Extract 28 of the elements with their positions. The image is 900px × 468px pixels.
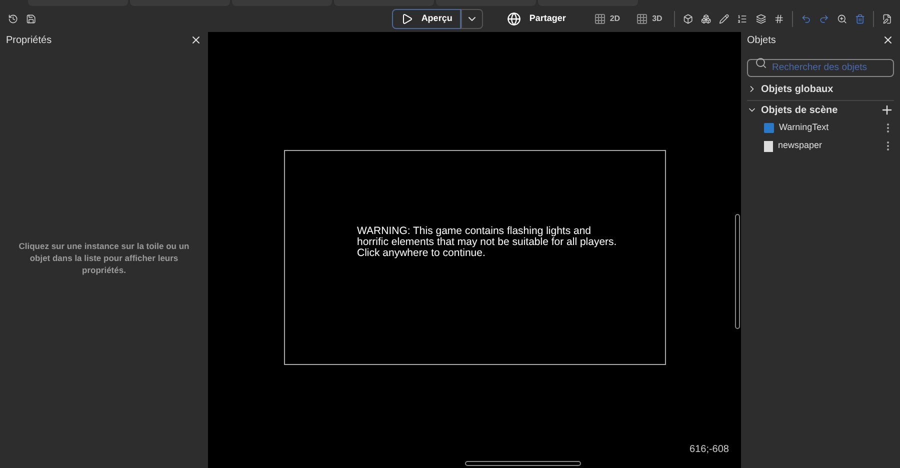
warning-text: WARNING: This game contains flashing lights and horrific elements that may not be suitable for all players. Click anywhere to continue. — [357, 226, 618, 259]
search-icon — [755, 57, 767, 69]
dropdown-button[interactable] — [461, 9, 484, 29]
search-field[interactable]: Rechercher des objets — [747, 58, 894, 76]
close-icon[interactable] — [190, 34, 202, 46]
grid-icon — [636, 13, 648, 25]
share-button[interactable]: Partager — [499, 12, 574, 26]
panel-title: Objets — [747, 34, 776, 48]
empty-message: Cliquez sur une instance sur la toile ou un objet dans la liste pour afficher leurs propriétés. — [18, 240, 190, 276]
close-icon[interactable] — [882, 34, 894, 46]
scrollbar[interactable] — [735, 214, 740, 329]
add-icon[interactable] — [880, 103, 894, 117]
coordinates: 616;-608 — [690, 443, 729, 457]
globe-icon — [507, 12, 522, 26]
grid-icon — [594, 13, 606, 25]
view-mode-button[interactable]: 3D — [632, 13, 666, 25]
panel-title: Propriétés — [6, 34, 52, 48]
sprite-icon — [764, 140, 773, 152]
scrollbar[interactable] — [465, 461, 581, 466]
scene-canvas[interactable]: WARNING: This game contains flashing lights and horrific elements that may not be suitable for all players. Click anywhere to continue. 616;-608 — [208, 32, 741, 468]
view-mode-button[interactable]: 2D — [590, 13, 624, 25]
play-icon — [401, 13, 414, 25]
object-item[interactable]: WarningText — [779, 121, 882, 135]
preview-button[interactable]: Aperçu — [392, 9, 462, 29]
text-object-icon — [764, 123, 774, 133]
object-item[interactable]: newspaper — [778, 139, 882, 153]
tree-group[interactable]: Objets globaux — [747, 82, 894, 96]
tree-group[interactable]: Objets de scène — [747, 102, 880, 118]
